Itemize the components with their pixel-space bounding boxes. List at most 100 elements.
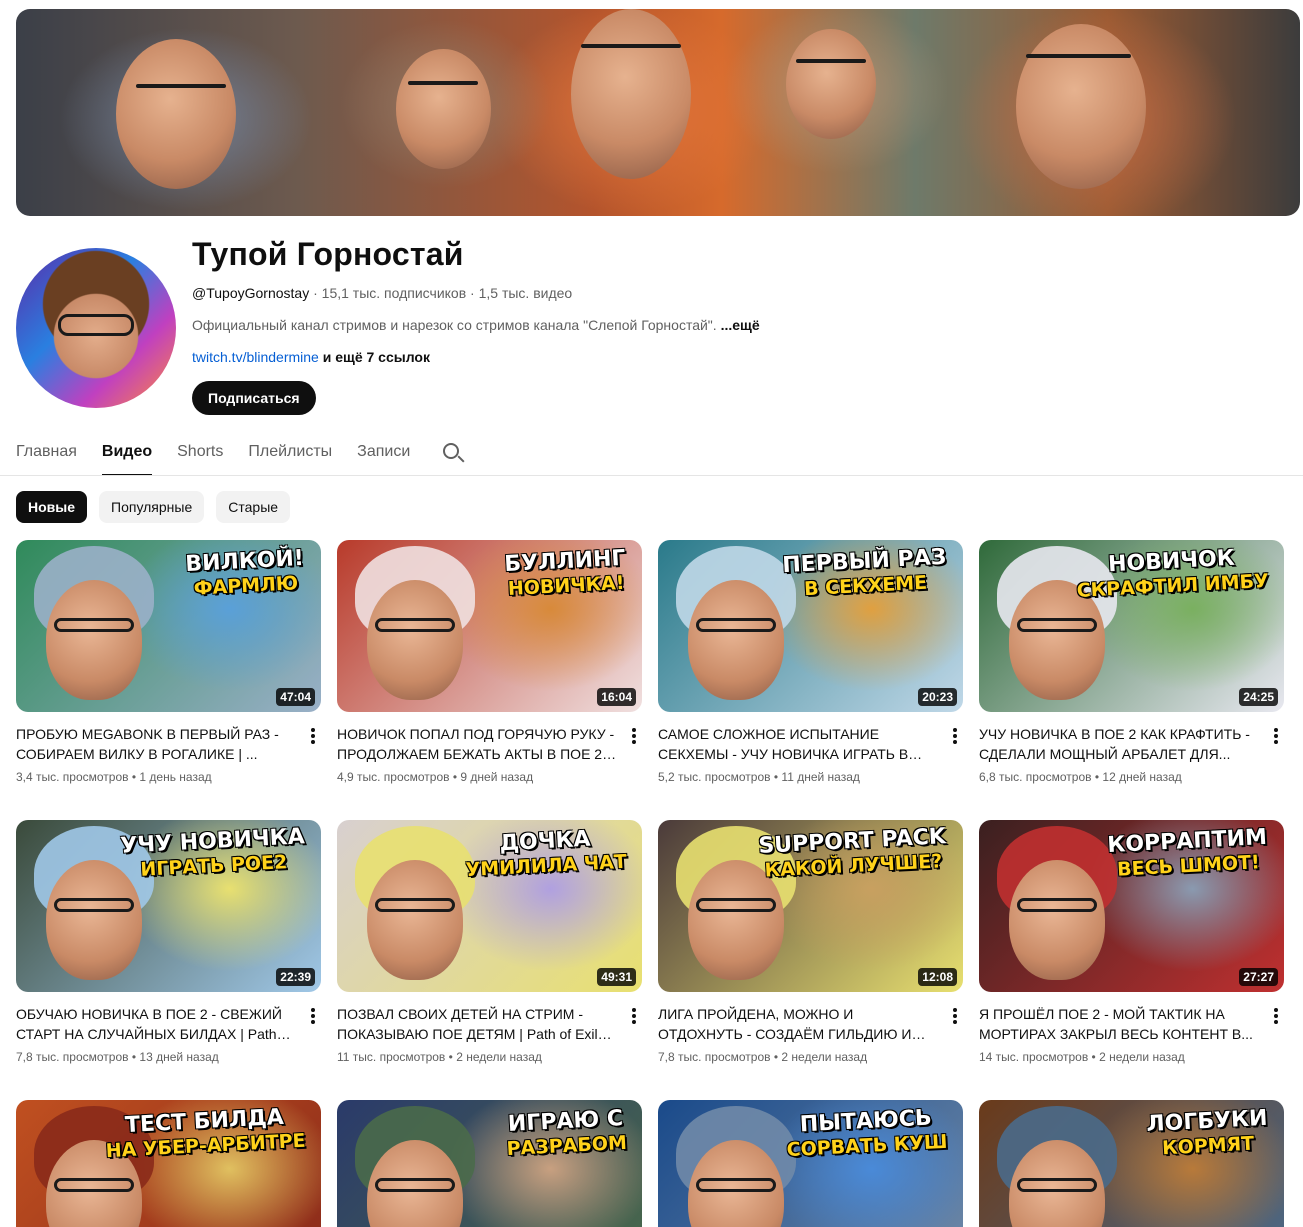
- video-thumbnail[interactable]: SUPPORT PACK КАКОЙ ЛУЧШЕ? 12:08: [658, 820, 963, 992]
- thumbnail-person: [46, 580, 142, 700]
- subscribe-button[interactable]: Подписаться: [192, 381, 316, 415]
- video-card[interactable]: УЧУ НОВИЧКА ИГРАТЬ POE2 22:39 ОБУЧАЮ НОВИЧК…: [16, 820, 321, 1064]
- video-count: 1,5 тыс. видео: [478, 285, 573, 301]
- video-views: 4,9 тыс. просмотров: [337, 770, 450, 784]
- video-thumbnail[interactable]: БУЛЛИНГ НОВИЧКА! 16:04: [337, 540, 642, 712]
- meta-separator: •: [449, 770, 461, 784]
- meta-separator: ·: [466, 285, 479, 301]
- more-vert-icon[interactable]: [309, 1006, 317, 1026]
- more-vert-icon[interactable]: [1272, 726, 1280, 746]
- banner-glasses: [581, 44, 681, 48]
- video-card[interactable]: ВИЛКОЙ! ФАРМЛЮ 47:04 ПРОБУЮ MEGABONK В ПЕРВ…: [16, 540, 321, 784]
- video-thumbnail[interactable]: ЛОГБУКИ КОРМЯТ: [979, 1100, 1284, 1227]
- banner-face: [786, 29, 876, 139]
- banner-glasses: [136, 84, 226, 88]
- more-vert-dot: [311, 1008, 315, 1012]
- thumbnail-glasses: [1017, 898, 1097, 912]
- thumbnail-person: [688, 580, 784, 700]
- video-thumbnail[interactable]: ПЕРВЫЙ РАЗ В СЕКХЕМЕ 20:23: [658, 540, 963, 712]
- more-vert-icon[interactable]: [951, 1006, 959, 1026]
- thumbnail-glasses: [54, 1178, 134, 1192]
- video-thumbnail[interactable]: ДОЧКА УМИЛИЛА ЧАТ 49:31: [337, 820, 642, 992]
- twitch-link[interactable]: twitch.tv/blindermine: [192, 349, 319, 365]
- video-age: 2 недели назад: [456, 1050, 542, 1064]
- more-vert-icon[interactable]: [630, 1006, 638, 1026]
- more-vert-icon[interactable]: [1272, 1006, 1280, 1026]
- more-vert-icon[interactable]: [951, 726, 959, 746]
- thumbnail-glasses: [375, 618, 455, 632]
- video-views: 3,4 тыс. просмотров: [16, 770, 129, 784]
- video-title[interactable]: НОВИЧОК ПОПАЛ ПОД ГОРЯЧУЮ РУКУ - ПРОДОЛЖ…: [337, 724, 617, 764]
- video-views: 11 тыс. просмотров: [337, 1050, 446, 1064]
- chip-newest[interactable]: Новые: [16, 491, 88, 523]
- more-vert-dot: [311, 740, 315, 744]
- more-links-button[interactable]: и ещё 7 ссылок: [319, 349, 430, 365]
- video-views: 7,8 тыс. просмотров: [658, 1050, 771, 1064]
- thumbnail-person: [367, 860, 463, 980]
- video-thumbnail[interactable]: КОРРАПТИМ ВЕСЬ ШМОТ! 27:27: [979, 820, 1284, 992]
- video-card[interactable]: ЛОГБУКИ КОРМЯТ: [979, 1100, 1284, 1227]
- thumbnail-caption: НОВИЧОК СКРАФТИЛ ИМБУ: [1069, 543, 1276, 606]
- more-vert-dot: [632, 728, 636, 732]
- tab-videos[interactable]: Видео: [101, 432, 153, 476]
- video-title[interactable]: ОБУЧАЮ НОВИЧКА В ПОЕ 2 - СВЕЖИЙ СТАРТ НА…: [16, 1004, 296, 1044]
- channel-banner: [16, 9, 1300, 216]
- video-card[interactable]: ИГРАЮ С РАЗРАБОМ: [337, 1100, 642, 1227]
- video-card[interactable]: НОВИЧОК СКРАФТИЛ ИМБУ 24:25 УЧУ НОВИЧКА В П…: [979, 540, 1284, 784]
- banner-face: [1016, 24, 1146, 189]
- tab-playlists[interactable]: Плейлисты: [248, 432, 332, 476]
- more-vert-dot: [632, 734, 636, 738]
- video-title[interactable]: Я ПРОШЁЛ ПОЕ 2 - МОЙ ТАКТИК НА МОРТИРАХ …: [979, 1004, 1259, 1044]
- meta-separator: •: [770, 770, 782, 784]
- tab-posts[interactable]: Записи: [357, 432, 410, 476]
- video-thumbnail[interactable]: ВИЛКОЙ! ФАРМЛЮ 47:04: [16, 540, 321, 712]
- thumbnail-caption: ТЕСТ БИЛДА НА УБЕР-АРБИТРЕ: [98, 1102, 312, 1165]
- channel-avatar[interactable]: [16, 248, 176, 408]
- video-title[interactable]: ПРОБУЮ MEGABONK В ПЕРВЫЙ РАЗ - СОБИРАЕМ …: [16, 724, 296, 764]
- video-card[interactable]: ПЕРВЫЙ РАЗ В СЕКХЕМЕ 20:23 САМОЕ СЛОЖНОЕ ИС…: [658, 540, 963, 784]
- video-thumbnail[interactable]: ИГРАЮ С РАЗРАБОМ: [337, 1100, 642, 1227]
- video-card[interactable]: ТЕСТ БИЛДА НА УБЕР-АРБИТРЕ: [16, 1100, 321, 1227]
- description-more-link[interactable]: ...ещё: [721, 317, 760, 333]
- video-thumbnail[interactable]: ТЕСТ БИЛДА НА УБЕР-АРБИТРЕ: [16, 1100, 321, 1227]
- video-thumbnail[interactable]: ПЫТАЮСЬ СОРВАТЬ КУШ: [658, 1100, 963, 1227]
- chip-oldest[interactable]: Старые: [216, 491, 291, 523]
- more-vert-icon[interactable]: [630, 726, 638, 746]
- tab-shorts[interactable]: Shorts: [177, 432, 223, 476]
- search-icon[interactable]: [441, 432, 467, 472]
- thumbnail-glasses: [1017, 1178, 1097, 1192]
- video-age: 2 недели назад: [1099, 1050, 1185, 1064]
- more-vert-icon[interactable]: [309, 726, 317, 746]
- video-thumbnail[interactable]: НОВИЧОК СКРАФТИЛ ИМБУ 24:25: [979, 540, 1284, 712]
- video-title[interactable]: УЧУ НОВИЧКА В ПОЕ 2 КАК КРАФТИТЬ - СДЕЛА…: [979, 724, 1259, 764]
- video-card[interactable]: ДОЧКА УМИЛИЛА ЧАТ 49:31 ПОЗВАЛ СВОИХ ДЕТЕЙ …: [337, 820, 642, 1064]
- more-vert-dot: [311, 1020, 315, 1024]
- more-vert-dot: [632, 1020, 636, 1024]
- more-vert-dot: [311, 728, 315, 732]
- video-title[interactable]: ПОЗВАЛ СВОИХ ДЕТЕЙ НА СТРИМ - ПОКАЗЫВАЮ …: [337, 1004, 617, 1044]
- video-meta: 7,8 тыс. просмотров • 13 дней назад: [16, 1050, 321, 1064]
- banner-face: [396, 49, 491, 169]
- video-duration: 49:31: [597, 968, 636, 986]
- video-card[interactable]: SUPPORT PACK КАКОЙ ЛУЧШЕ? 12:08 ЛИГА ПРОЙДЕ…: [658, 820, 963, 1064]
- meta-separator: •: [1088, 1050, 1100, 1064]
- thumbnail-caption: ПЫТАЮСЬ СОРВАТЬ КУШ: [779, 1104, 954, 1165]
- more-vert-dot: [1274, 1008, 1278, 1012]
- video-card[interactable]: БУЛЛИНГ НОВИЧКА! 16:04 НОВИЧОК ПОПАЛ ПОД ГО…: [337, 540, 642, 784]
- banner-face: [571, 9, 691, 179]
- video-views: 6,8 тыс. просмотров: [979, 770, 1092, 784]
- more-vert-dot: [953, 1020, 957, 1024]
- video-views: 5,2 тыс. просмотров: [658, 770, 771, 784]
- thumbnail-person: [1009, 860, 1105, 980]
- video-card[interactable]: КОРРАПТИМ ВЕСЬ ШМОТ! 27:27 Я ПРОШЁЛ ПОЕ 2 -…: [979, 820, 1284, 1064]
- thumbnail-caption: ЛОГБУКИ КОРМЯТ: [1140, 1105, 1276, 1164]
- chip-popular[interactable]: Популярные: [99, 491, 205, 523]
- channel-description[interactable]: Официальный канал стримов и нарезок со с…: [192, 317, 760, 333]
- video-title[interactable]: ЛИГА ПРОЙДЕНА, МОЖНО И ОТДОХНУТЬ - СОЗДА…: [658, 1004, 938, 1044]
- video-thumbnail[interactable]: УЧУ НОВИЧКА ИГРАТЬ POE2 22:39: [16, 820, 321, 992]
- tab-home[interactable]: Главная: [16, 432, 77, 476]
- more-vert-dot: [953, 728, 957, 732]
- video-title[interactable]: САМОЕ СЛОЖНОЕ ИСПЫТАНИЕ СЕКХЕМЫ - УЧУ НО…: [658, 724, 938, 764]
- video-card[interactable]: ПЫТАЮСЬ СОРВАТЬ КУШ: [658, 1100, 963, 1227]
- video-meta: 14 тыс. просмотров • 2 недели назад: [979, 1050, 1284, 1064]
